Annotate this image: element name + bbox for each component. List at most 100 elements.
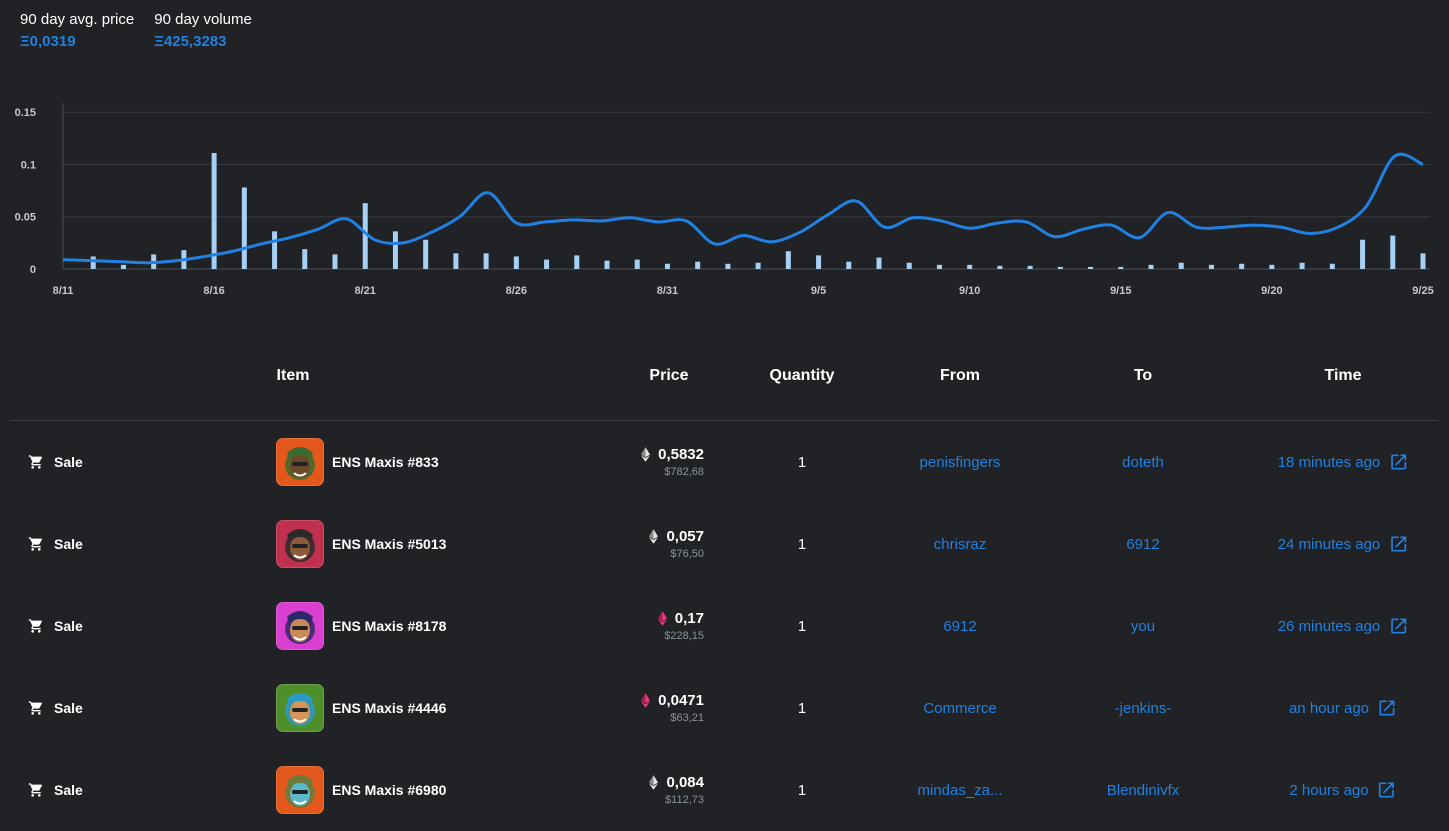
price-value: 0,5832 [658, 446, 704, 463]
nft-thumbnail[interactable] [276, 766, 324, 814]
avatar-image [285, 693, 315, 726]
header-item: Item [276, 367, 310, 384]
external-link-icon[interactable] [1388, 616, 1408, 636]
to-user-link[interactable]: Blendinivfx [1107, 749, 1180, 831]
price-usd: $76,50 [670, 548, 704, 560]
volume-bar [906, 262, 912, 269]
price-cell: 0,5832 $782,68 [641, 421, 704, 503]
time-label[interactable]: 24 minutes ago [1278, 536, 1381, 553]
event-label: Sale [54, 782, 83, 798]
to-user-link[interactable]: doteth [1122, 421, 1164, 503]
x-tick-label: 9/15 [1110, 285, 1131, 297]
item-name[interactable]: ENS Maxis #833 [332, 454, 439, 470]
volume-bar [272, 231, 278, 269]
stat-avg-price: 90 day avg. price Ξ0,0319 [20, 10, 134, 54]
cart-icon [28, 537, 43, 551]
table-row[interactable]: Sale ENS Maxis #6980 0,084 $112,73 1 min… [10, 749, 1438, 831]
table-row[interactable]: Sale ENS Maxis #4446 0,0471 $63,21 1 Com… [10, 667, 1438, 749]
price-value: 0,0471 [658, 692, 704, 709]
volume-bar [664, 263, 670, 269]
event-type: Sale [28, 503, 83, 585]
from-user-link[interactable]: chrisraz [934, 503, 987, 585]
price-cell: 0,057 $76,50 [649, 503, 704, 585]
x-tick-label: 9/5 [811, 285, 826, 297]
avatar-image [285, 529, 315, 562]
to-user-link[interactable]: you [1131, 585, 1155, 667]
volume-bar [332, 254, 338, 269]
volume-bar [936, 264, 942, 269]
item-cell[interactable]: ENS Maxis #6980 [276, 749, 446, 831]
from-user-link[interactable]: penisfingers [920, 421, 1001, 503]
time-link[interactable]: 26 minutes ago [1278, 585, 1409, 667]
cart-icon [28, 619, 43, 633]
external-link-icon[interactable] [1377, 698, 1397, 718]
table-row[interactable]: Sale ENS Maxis #833 0,5832 $782,68 1 pen… [10, 421, 1438, 503]
eth-icon [649, 529, 659, 544]
event-type: Sale [28, 749, 83, 831]
from-user-link[interactable]: Commerce [923, 667, 996, 749]
x-tick-label: 8/31 [657, 285, 678, 297]
item-name[interactable]: ENS Maxis #5013 [332, 536, 446, 552]
volume-bar [1360, 239, 1366, 269]
item-cell[interactable]: ENS Maxis #833 [276, 421, 439, 503]
event-label: Sale [54, 454, 83, 470]
time-label[interactable]: an hour ago [1289, 700, 1369, 717]
time-label[interactable]: 18 minutes ago [1278, 454, 1381, 471]
price-value: 0,084 [666, 774, 704, 791]
nft-thumbnail[interactable] [276, 438, 324, 486]
cart-icon [28, 783, 43, 797]
volume-bar [241, 187, 247, 269]
to-user-link[interactable]: -jenkins- [1115, 667, 1172, 749]
x-tick-label: 8/26 [506, 285, 527, 297]
time-label[interactable]: 2 hours ago [1289, 782, 1368, 799]
y-tick-label: 0.15 [15, 107, 36, 119]
volume-bar [1420, 253, 1426, 269]
table-row[interactable]: Sale ENS Maxis #5013 0,057 $76,50 1 chri… [10, 503, 1438, 585]
stat-value: Ξ425,3283 [154, 33, 227, 50]
table-body: Sale ENS Maxis #833 0,5832 $782,68 1 pen… [10, 421, 1438, 831]
external-link-icon[interactable] [1388, 452, 1408, 472]
y-tick-label: 0 [30, 264, 36, 276]
from-user-link[interactable]: mindas_za... [917, 749, 1002, 831]
x-tick-label: 9/25 [1412, 285, 1433, 297]
price-cell: 0,084 $112,73 [649, 749, 704, 831]
volume-bar [816, 255, 822, 269]
time-link[interactable]: 24 minutes ago [1278, 503, 1409, 585]
item-cell[interactable]: ENS Maxis #5013 [276, 503, 446, 585]
nft-thumbnail[interactable] [276, 602, 324, 650]
volume-bar [695, 261, 701, 269]
external-link-icon[interactable] [1377, 780, 1397, 800]
item-name[interactable]: ENS Maxis #6980 [332, 782, 446, 798]
table-row[interactable]: Sale ENS Maxis #8178 0,17 $228,15 1 6912… [10, 585, 1438, 667]
weth-icon [657, 611, 667, 626]
item-name[interactable]: ENS Maxis #4446 [332, 700, 446, 716]
from-user-link[interactable]: 6912 [943, 585, 976, 667]
event-label: Sale [54, 536, 83, 552]
nft-thumbnail[interactable] [276, 684, 324, 732]
volume-bar [1269, 264, 1275, 269]
time-label[interactable]: 26 minutes ago [1278, 618, 1381, 635]
time-link[interactable]: 2 hours ago [1289, 749, 1396, 831]
stat-label: 90 day avg. price [20, 11, 135, 28]
event-type: Sale [28, 667, 83, 749]
to-user-link[interactable]: 6912 [1126, 503, 1159, 585]
item-cell[interactable]: ENS Maxis #8178 [276, 585, 446, 667]
table-header: Item Price Quantity From To Time [10, 350, 1438, 421]
item-name[interactable]: ENS Maxis #8178 [332, 618, 446, 634]
cart-icon [28, 701, 43, 715]
time-link[interactable]: 18 minutes ago [1278, 421, 1409, 503]
item-cell[interactable]: ENS Maxis #4446 [276, 667, 446, 749]
avatar-image [285, 611, 315, 644]
x-tick-label: 8/16 [203, 285, 224, 297]
volume-bar [513, 256, 519, 269]
volume-bar [634, 259, 640, 269]
header-time: Time [1324, 367, 1362, 384]
event-label: Sale [54, 700, 83, 716]
time-link[interactable]: an hour ago [1289, 667, 1397, 749]
x-tick-label: 9/20 [1261, 285, 1282, 297]
external-link-icon[interactable] [1388, 534, 1408, 554]
nft-thumbnail[interactable] [276, 520, 324, 568]
quantity: 1 [797, 699, 807, 717]
stats-bar: 90 day avg. price Ξ0,0319 90 day volume … [20, 10, 252, 54]
price-usd: $782,68 [664, 466, 704, 478]
